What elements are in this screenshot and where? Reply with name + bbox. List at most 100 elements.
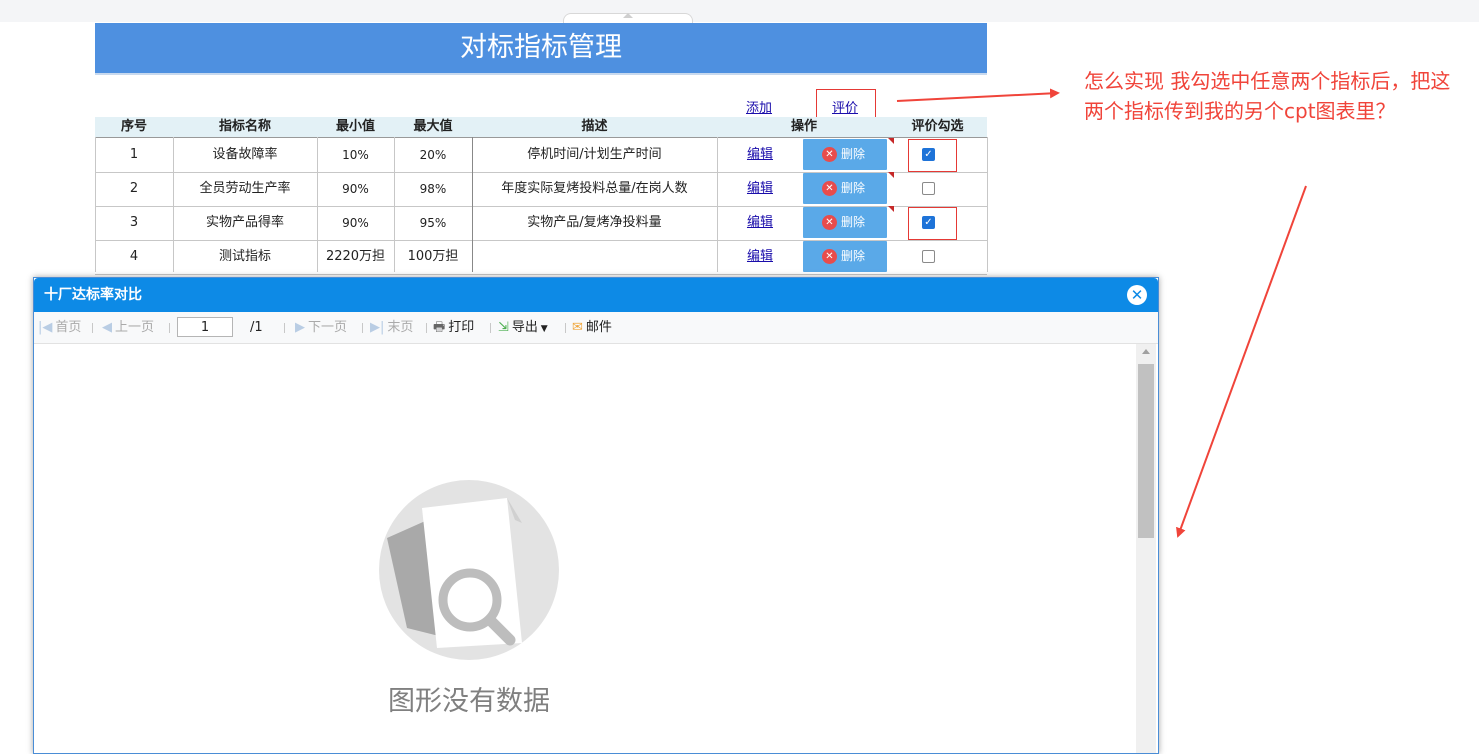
chart-dialog: 十厂达标率对比 ✕ |◀首页 ◀上一页 /1 ▶下一页 ▶|末页 🖶打印 ⇲导出… [33, 277, 1159, 754]
question-annotation: 怎么实现 我勾选中任意两个指标后，把这两个指标传到我的另个cpt图表里？ [1084, 69, 1451, 123]
grid-line [717, 137, 718, 272]
envelope-icon: ✉ [572, 320, 583, 335]
dialog-title: 十厂达标率对比 [44, 287, 142, 303]
table-row: 4 测试指标 2220万担 100万担 编辑 ✕ 删除 [95, 240, 987, 275]
cell-min: 90% [342, 182, 369, 196]
cell-max: 20% [419, 148, 447, 162]
table-row: 2 全员劳动生产率 90% 98% 年度实际复烤投料总量/在岗人数 编辑 ✕ 删除 [95, 172, 987, 207]
comment-marker-icon [888, 206, 894, 212]
print-label: 打印 [448, 320, 475, 335]
edit-link[interactable]: 编辑 [747, 147, 773, 162]
delete-label: 删除 [841, 147, 866, 161]
edit-link[interactable]: 编辑 [747, 215, 773, 230]
indicator-table: 1 设备故障率 10% 20% 停机时间/计划生产时间 编辑 ✕ 删除 ✓ 2 全… [95, 137, 987, 275]
email-button[interactable]: ✉ 邮件 [572, 312, 612, 343]
grid-line [95, 137, 96, 272]
cell-max: 98% [419, 182, 447, 196]
cell-desc: 实物产品/复烤净投料量 [527, 215, 662, 230]
email-label: 邮件 [585, 320, 612, 335]
cell-desc: 停机时间/计划生产时间 [527, 147, 662, 162]
close-icon[interactable]: ✕ [1127, 285, 1147, 305]
grid-line [394, 137, 395, 272]
edit-link[interactable]: 编辑 [747, 249, 773, 264]
next-page-button[interactable]: ▶ 下一页 [295, 312, 347, 343]
close-circle-icon: ✕ [822, 215, 837, 230]
first-page-label: 首页 [55, 320, 82, 335]
delete-button[interactable]: ✕ 删除 [803, 173, 887, 204]
report-toolbar: |◀首页 ◀上一页 /1 ▶下一页 ▶|末页 🖶打印 ⇲导出 ▼ ✉邮件 [34, 312, 1158, 344]
cell-name: 全员劳动生产率 [199, 181, 291, 196]
close-circle-icon: ✕ [822, 147, 837, 162]
cell-name: 实物产品得率 [205, 215, 284, 230]
delete-label: 删除 [841, 181, 866, 195]
arrow-to-question [896, 88, 1060, 102]
cell-max: 100万担 [407, 249, 459, 264]
no-data-chart-icon [379, 480, 559, 660]
caret-down-icon: ▼ [537, 324, 548, 334]
cell-no: 1 [129, 147, 139, 162]
header-check: 评价勾选 [911, 119, 964, 134]
vertical-scrollbar[interactable] [1136, 344, 1156, 753]
header-min: 最小值 [335, 119, 375, 134]
export-button[interactable]: ⇲ 导出 ▼ [498, 312, 548, 343]
cell-max: 95% [419, 216, 447, 230]
row-checkbox[interactable] [922, 250, 935, 263]
checkbox-highlight-box [908, 139, 957, 172]
cell-no: 2 [129, 181, 139, 196]
next-page-label: 下一页 [308, 320, 348, 335]
row-checkbox[interactable] [922, 182, 935, 195]
print-button[interactable]: 🖶 打印 [433, 312, 474, 343]
prev-page-button[interactable]: ◀ 上一页 [102, 312, 154, 343]
checkbox-highlight-box [908, 207, 957, 240]
edit-link[interactable]: 编辑 [747, 181, 773, 196]
cell-no: 3 [129, 215, 139, 230]
page-number-input[interactable] [177, 317, 233, 337]
table-row: 1 设备故障率 10% 20% 停机时间/计划生产时间 编辑 ✕ 删除 ✓ [95, 138, 987, 173]
cell-name: 设备故障率 [212, 147, 278, 162]
cell-desc: 年度实际复烤投料总量/在岗人数 [501, 181, 688, 196]
delete-button[interactable]: ✕ 删除 [803, 241, 887, 272]
grid-line [472, 137, 473, 272]
first-page-button[interactable]: |◀ 首页 [38, 312, 81, 343]
header-actions: 操作 [790, 119, 817, 134]
cell-no: 4 [129, 249, 139, 264]
dialog-header: 十厂达标率对比 ✕ [34, 278, 1158, 312]
add-link[interactable]: 添加 [746, 97, 772, 116]
header-no: 序号 [120, 119, 147, 134]
delete-label: 删除 [841, 215, 866, 229]
grid-line [987, 137, 988, 272]
table-header: 序号 指标名称 最小值 最大值 描述 操作 评价勾选 [95, 117, 987, 137]
export-label: 导出 [511, 320, 538, 335]
table-row: 3 实物产品得率 90% 95% 实物产品/复烤净投料量 编辑 ✕ 删除 ✓ [95, 206, 987, 241]
title-divider [95, 73, 987, 75]
first-page-icon: |◀ [38, 320, 53, 335]
header-name: 指标名称 [218, 119, 271, 134]
close-circle-icon: ✕ [822, 181, 837, 196]
grid-line [317, 137, 318, 272]
prev-page-label: 上一页 [115, 320, 155, 335]
delete-button[interactable]: ✕ 删除 [803, 207, 887, 238]
empty-chart-message: 图形没有数据 [388, 686, 550, 717]
cell-min: 10% [342, 148, 369, 162]
report-title: 对标指标管理 [95, 23, 987, 73]
next-page-icon: ▶ [295, 320, 305, 335]
grid-line [173, 137, 174, 272]
header-max: 最大值 [413, 119, 453, 134]
comment-marker-icon [888, 172, 894, 178]
arrow-to-chart [1176, 185, 1307, 538]
scrollbar-thumb[interactable] [1138, 364, 1154, 538]
page-total: /1 [250, 320, 263, 335]
export-icon: ⇲ [498, 320, 509, 335]
cell-min: 90% [342, 216, 369, 230]
close-circle-icon: ✕ [822, 249, 837, 264]
header-desc: 描述 [581, 119, 608, 134]
delete-label: 删除 [841, 249, 866, 263]
browser-top-strip [0, 0, 1479, 22]
delete-button[interactable]: ✕ 删除 [803, 139, 887, 170]
scroll-up-icon[interactable] [1142, 349, 1150, 354]
comment-marker-icon [888, 138, 894, 144]
printer-icon: 🖶 [433, 320, 446, 335]
last-page-icon: ▶| [370, 320, 385, 335]
cell-desc [472, 240, 717, 274]
last-page-button[interactable]: ▶| 末页 [370, 312, 413, 343]
